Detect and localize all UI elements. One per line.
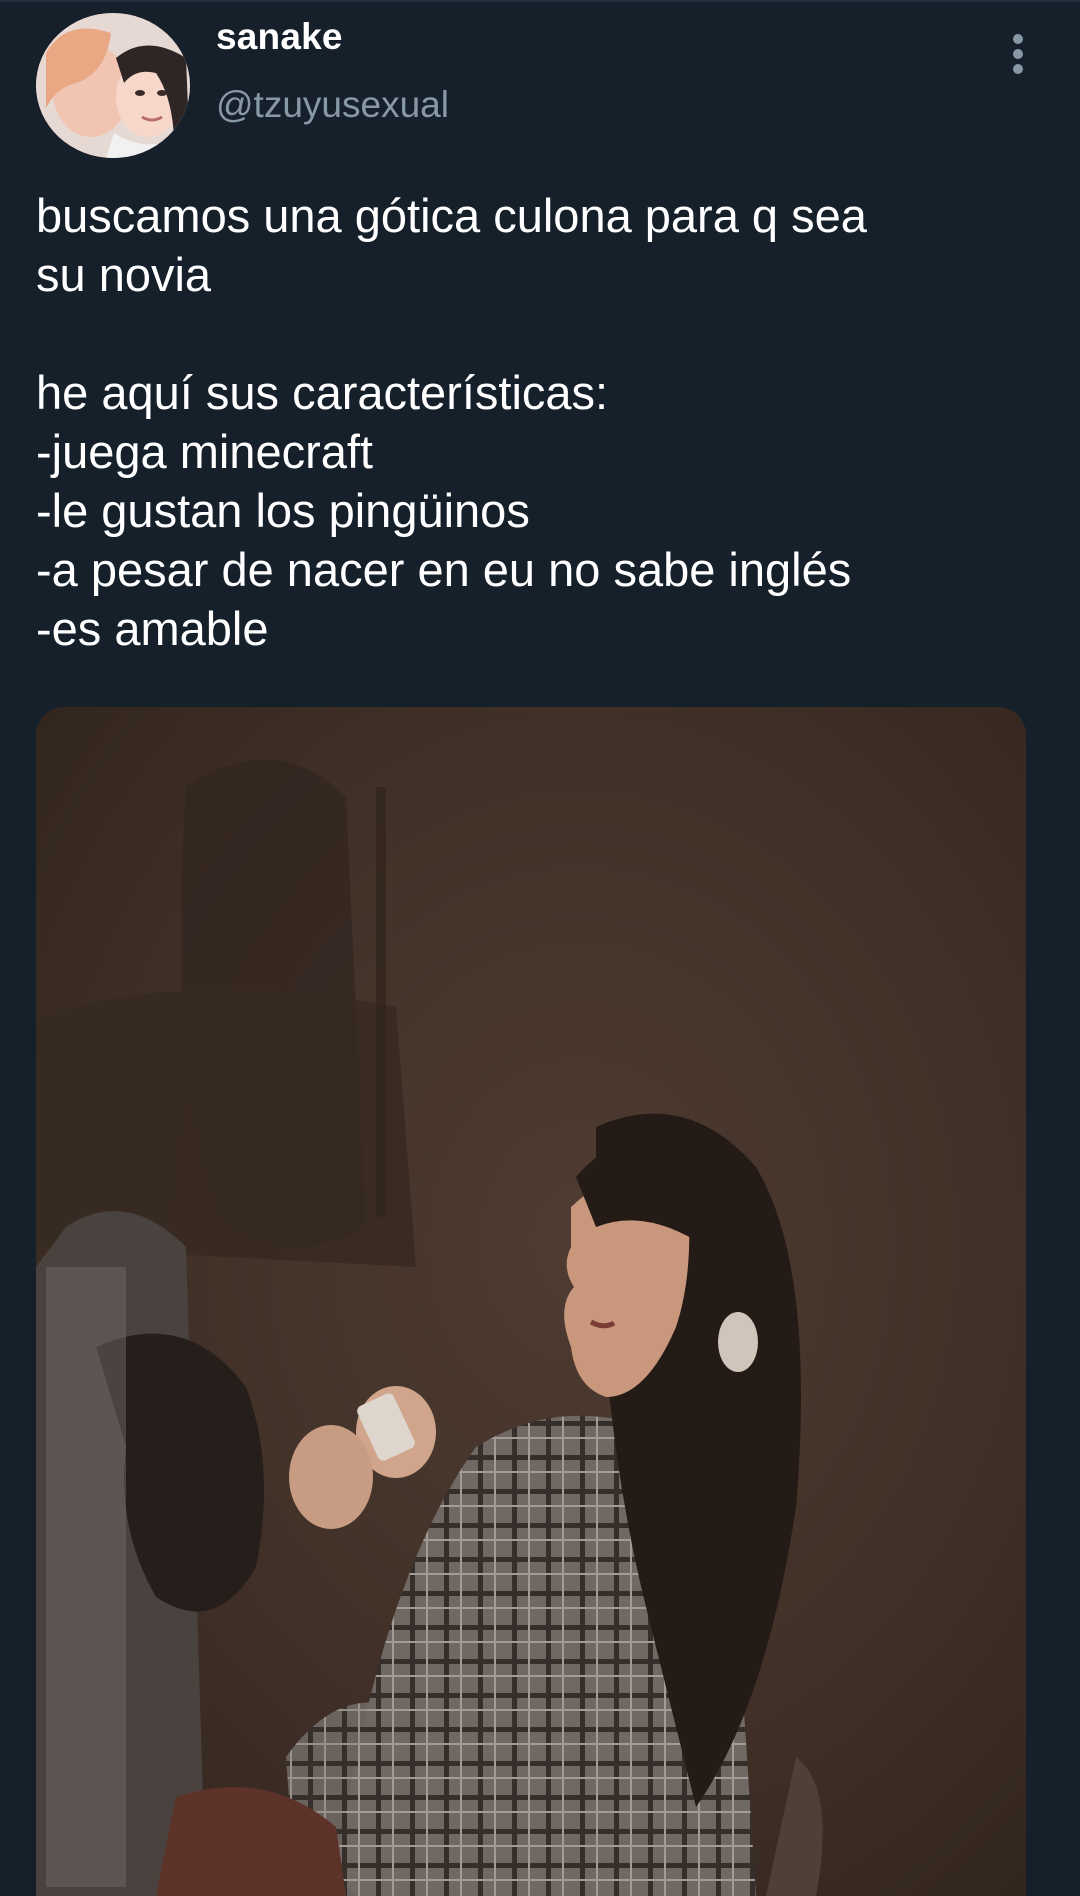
avatar[interactable]	[36, 13, 190, 158]
tweet-media-photo[interactable]	[36, 707, 1026, 1896]
display-name[interactable]: sanake	[216, 16, 343, 58]
more-options-button[interactable]	[998, 26, 1038, 82]
tweet: sanake @tzuyusexual buscamos una gótica …	[0, 0, 1080, 1896]
user-handle[interactable]: @tzuyusexual	[216, 84, 449, 126]
photo-image	[36, 707, 1026, 1896]
more-vertical-icon	[1013, 34, 1023, 74]
avatar-image	[36, 13, 190, 158]
tweet-text: buscamos una gótica culona para q sea su…	[36, 189, 867, 655]
